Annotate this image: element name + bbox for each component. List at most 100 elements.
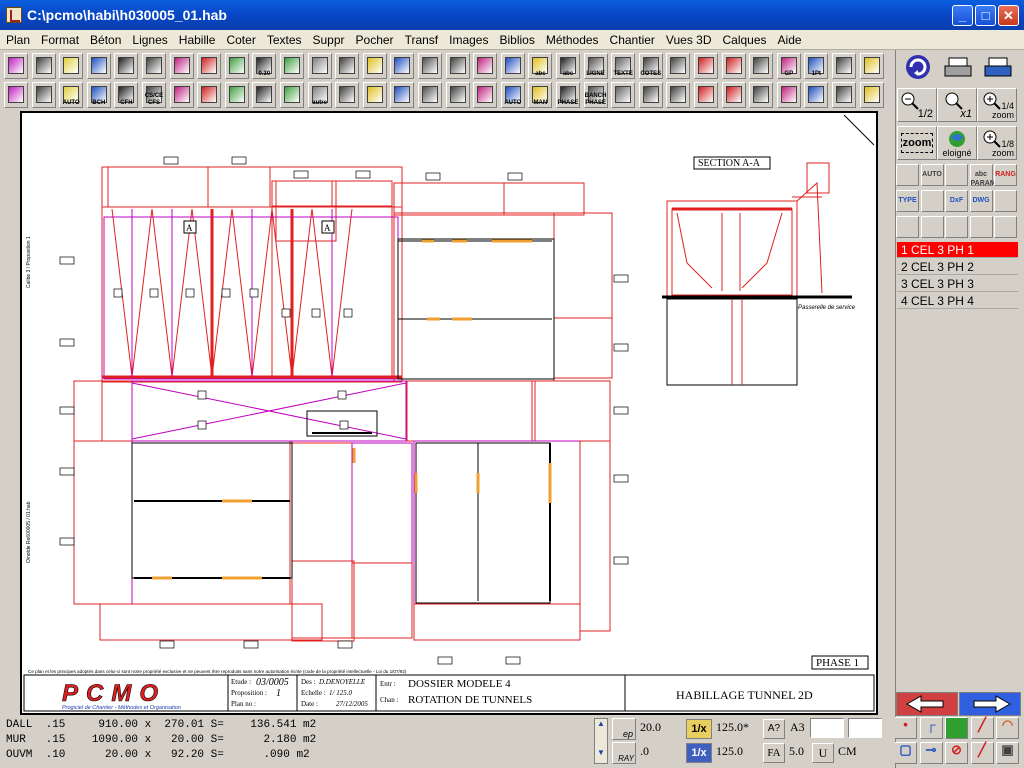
menu-plan[interactable]: Plan	[0, 30, 35, 49]
toolbar-secondary-button-14[interactable]	[362, 82, 387, 108]
panel-tool-11[interactable]	[896, 216, 919, 238]
layer-item-4[interactable]: 4 CEL 3 PH 4	[897, 293, 1018, 309]
toolbar-main-button-15[interactable]	[390, 53, 415, 79]
panel-tool-1[interactable]	[896, 164, 919, 186]
snap-mode-icon-6[interactable]: ▢	[894, 742, 917, 764]
toolbar-main-button-8[interactable]	[197, 53, 222, 79]
snap-mode-icon-7[interactable]: ⊸	[919, 742, 943, 764]
toolbar-main-button-29[interactable]: GP	[776, 53, 801, 79]
toolbar-secondary-button-15[interactable]	[390, 82, 415, 108]
toolbar-main-button-21[interactable]: abc	[556, 53, 580, 79]
format-query-button[interactable]: A?	[763, 719, 785, 739]
toolbar-main-button-19[interactable]	[500, 53, 525, 79]
app-icon[interactable]	[6, 7, 22, 23]
snap-mode-icon-2[interactable]: ┌	[919, 717, 943, 739]
toolbar-secondary-button-32[interactable]	[859, 82, 884, 108]
print-button[interactable]	[978, 52, 1018, 86]
status-scrollbar[interactable]: ▲ ▼	[594, 718, 608, 764]
menu-suppr[interactable]: Suppr	[307, 30, 350, 49]
toolbar-secondary-button-13[interactable]	[335, 82, 360, 108]
scroll-down-icon[interactable]: ▼	[595, 748, 607, 757]
toolbar-secondary-button-9[interactable]	[224, 82, 249, 108]
snap-mode-icon-4[interactable]: ╱	[970, 717, 994, 739]
toolbar-secondary-button-12[interactable]: autre	[307, 82, 332, 108]
toolbar-main-button-25[interactable]	[666, 53, 691, 79]
minimize-button[interactable]: _	[952, 5, 973, 26]
toolbar-secondary-button-7[interactable]	[169, 82, 194, 108]
panel-tool-5[interactable]: RANG	[994, 164, 1017, 186]
menu-calques[interactable]: Calques	[717, 30, 772, 49]
toolbar-main-button-3[interactable]	[59, 53, 84, 79]
toolbar-main-button-10[interactable]: 0.30	[252, 53, 277, 79]
menu-methodes[interactable]: Méthodes	[540, 30, 604, 49]
toolbar-secondary-button-11[interactable]	[280, 82, 304, 108]
toolbar-secondary-button-26[interactable]	[694, 82, 718, 108]
toolbar-main-button-6[interactable]	[142, 53, 166, 79]
toolbar-secondary-button-6[interactable]: CS/CE CFS	[142, 82, 166, 108]
toolbar-secondary-button-8[interactable]	[197, 82, 222, 108]
toolbar-main-button-11[interactable]	[280, 53, 304, 79]
zoom-window-button[interactable]: zoom	[897, 126, 937, 160]
panel-tool-2[interactable]: AUTO	[920, 164, 944, 186]
snap-mode-icon-3[interactable]: ✚	[945, 717, 968, 739]
toolbar-main-button-7[interactable]	[169, 53, 194, 79]
zoom-far-button[interactable]: eloigné	[937, 126, 977, 160]
next-page-button[interactable]	[959, 692, 1021, 716]
snap-mode-icon-5[interactable]: ◠	[996, 717, 1019, 739]
toolbar-main-button-20[interactable]: abc	[528, 53, 553, 79]
toolbar-secondary-button-25[interactable]	[666, 82, 691, 108]
toolbar-secondary-button-2[interactable]	[31, 82, 56, 108]
panel-tool-3[interactable]	[945, 164, 968, 186]
toolbar-main-button-9[interactable]	[224, 53, 249, 79]
toolbar-main-button-13[interactable]	[335, 53, 360, 79]
layer-item-2[interactable]: 2 CEL 3 PH 2	[897, 259, 1018, 275]
menu-lignes[interactable]: Lignes	[126, 30, 172, 49]
menu-textes[interactable]: Textes	[261, 30, 307, 49]
toolbar-main-button-18[interactable]	[473, 53, 498, 79]
toolbar-main-button-27[interactable]	[721, 53, 746, 79]
toolbar-main-button-23[interactable]: TEXTE	[611, 53, 636, 79]
toolbar-secondary-button-21[interactable]: PHASE	[556, 82, 580, 108]
toolbar-secondary-button-18[interactable]	[473, 82, 498, 108]
menu-pocher[interactable]: Pocher	[350, 30, 399, 49]
toolbar-main-button-5[interactable]	[114, 53, 139, 79]
toolbar-secondary-button-28[interactable]	[749, 82, 774, 108]
toolbar-secondary-button-1[interactable]	[4, 82, 28, 108]
panel-tool-10[interactable]	[994, 190, 1017, 212]
menu-coter[interactable]: Coter	[220, 30, 260, 49]
zoom-x1-button[interactable]: x1	[937, 88, 977, 122]
snap-mode-icon-8[interactable]: ⊘	[945, 742, 968, 764]
menu-images[interactable]: Images	[443, 30, 493, 49]
toolbar-main-button-31[interactable]	[832, 53, 856, 79]
toolbar-secondary-button-27[interactable]	[721, 82, 746, 108]
zoom-out-half-button[interactable]: 1/2	[897, 88, 937, 122]
zoom-in-quarter-button[interactable]: 1/4 zoom	[977, 88, 1017, 122]
panel-tool-4[interactable]: abc PARAM	[969, 164, 996, 187]
toolbar-main-button-26[interactable]	[694, 53, 718, 79]
toolbar-secondary-button-31[interactable]	[832, 82, 856, 108]
menu-format[interactable]: Format	[35, 30, 84, 49]
menu-habille[interactable]: Habille	[173, 30, 221, 49]
drawing-svg[interactable]: Calibe 3 / Proposition 1 Oinotde Re60000…	[22, 113, 876, 713]
toolbar-main-button-24[interactable]: COTES	[638, 53, 663, 79]
drawing-canvas[interactable]: Calibe 3 / Proposition 1 Oinotde Re60000…	[20, 111, 878, 715]
panel-tool-9[interactable]: DWG	[969, 190, 993, 212]
menu-biblios[interactable]: Biblios	[493, 30, 539, 49]
previous-page-button[interactable]	[896, 692, 958, 716]
toolbar-secondary-button-17[interactable]	[445, 82, 470, 108]
scale-button-2[interactable]: 1/x	[686, 743, 712, 763]
scroll-up-icon[interactable]: ▲	[595, 719, 607, 728]
menu-transf[interactable]: Transf	[399, 30, 444, 49]
panel-tool-12[interactable]	[920, 216, 944, 238]
toolbar-main-button-28[interactable]	[749, 53, 774, 79]
panel-tool-7[interactable]	[920, 190, 944, 212]
format-field-2[interactable]	[848, 718, 882, 738]
panel-tool-14[interactable]	[969, 216, 993, 238]
format-field-1[interactable]	[810, 718, 844, 738]
radius-button[interactable]: RAY	[612, 742, 636, 764]
panel-tool-13[interactable]	[945, 216, 968, 238]
panel-tool-8[interactable]: DxF	[945, 190, 968, 212]
snap-mode-icon-1[interactable]: •	[894, 717, 917, 739]
toolbar-main-button-32[interactable]	[859, 53, 884, 79]
scale-button-1[interactable]: 1/x	[686, 719, 712, 739]
